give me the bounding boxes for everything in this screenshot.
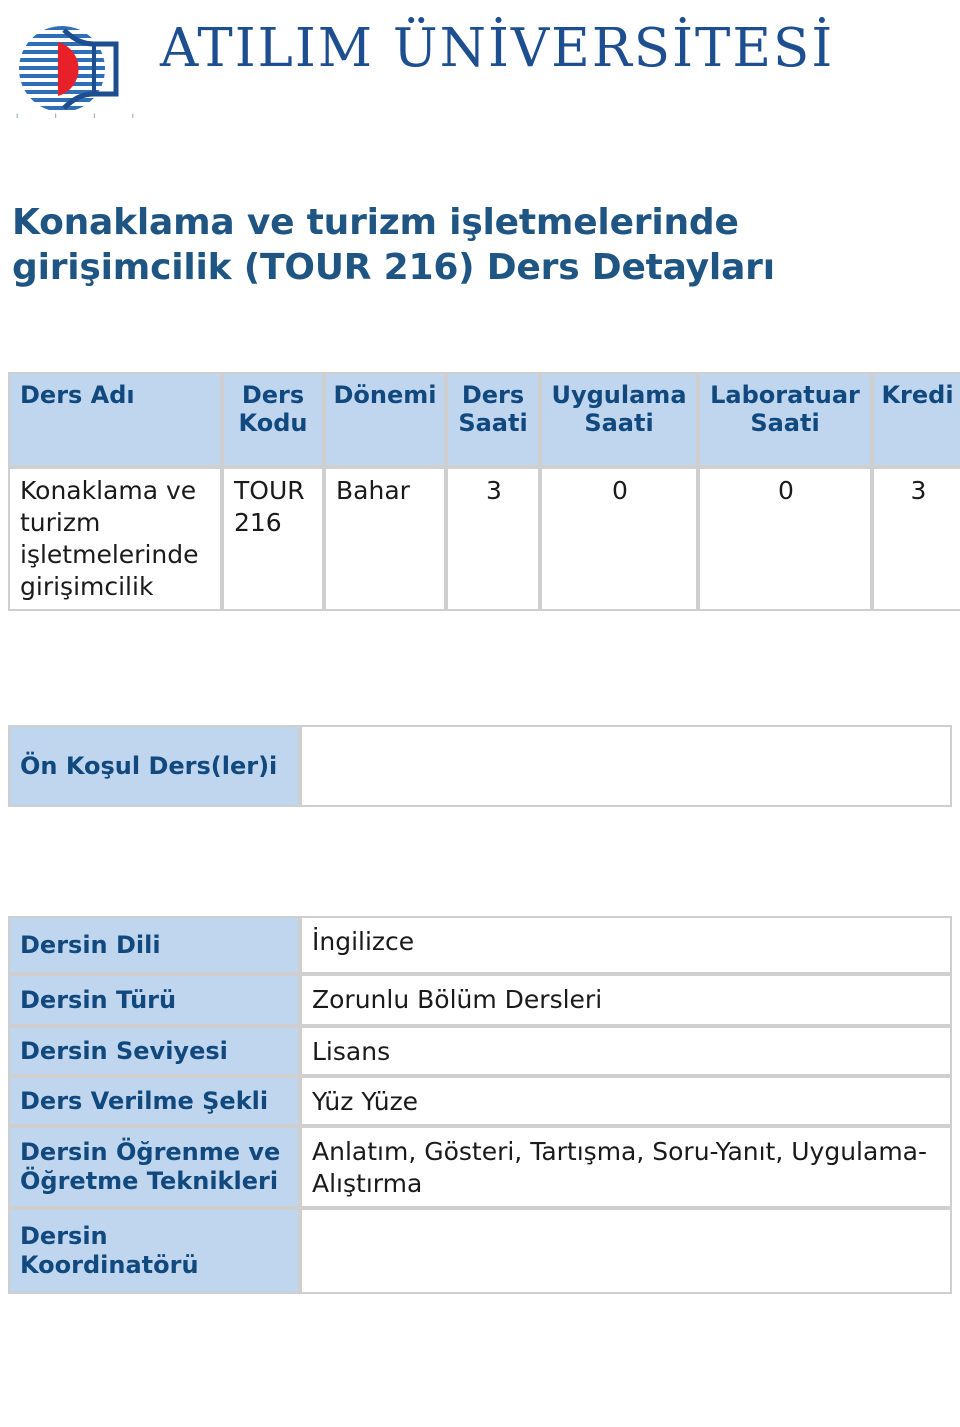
table-row: Dersin Koordinatörü xyxy=(8,1208,952,1294)
logo-sub-mark: ı xyxy=(54,110,57,120)
table-row: Ön Koşul Ders(ler)i xyxy=(8,725,952,807)
column-header-ders-adi: Ders Adı xyxy=(8,372,222,467)
logo-sub-mark: ı xyxy=(93,110,96,120)
cell-ders-adi: Konaklama ve turizm işletmelerinde giriş… xyxy=(8,467,222,611)
page-title: Konaklama ve turizm işletmelerinde giriş… xyxy=(12,202,775,289)
prerequisite-table: Ön Koşul Ders(ler)i xyxy=(8,725,952,807)
table-row: Dersin Öğrenme ve Öğretme Teknikleri Anl… xyxy=(8,1126,952,1208)
logo-sub-mark: ı xyxy=(131,110,134,120)
university-wordmark: ATILIM ÜNİVERSİTESİ xyxy=(160,18,835,79)
table-row: Dersin Türü Zorunlu Bölüm Dersleri xyxy=(8,974,952,1026)
table-header-row: Ders Adı Ders Kodu Dönemi Ders Saati Uyg… xyxy=(8,372,960,467)
label-dersin-koordinatoru: Dersin Koordinatörü xyxy=(8,1208,300,1294)
value-dersin-seviyesi: Lisans xyxy=(300,1026,952,1076)
logo-sub-mark: ı xyxy=(16,110,19,120)
value-ogrenme-ogretme-teknikleri: Anlatım, Gösteri, Tartışma, Soru-Yanıt, … xyxy=(300,1126,952,1208)
label-ogrenme-ogretme-teknikleri: Dersin Öğrenme ve Öğretme Teknikleri xyxy=(8,1126,300,1208)
logo-subtext-marks: ı ı ı ı xyxy=(16,108,134,122)
page-header: ı ı ı ı ATILIM ÜNİVERSİTESİ xyxy=(0,0,960,152)
label-dersin-dili: Dersin Dili xyxy=(8,916,300,974)
cell-uygulama-saati: 0 xyxy=(540,467,698,611)
table-row: Dersin Dili İngilizce xyxy=(8,916,952,974)
column-header-laboratuar-saati: Laboratuar Saati xyxy=(698,372,872,467)
cell-kredi: 3 xyxy=(872,467,960,611)
value-on-kosul-dersleri xyxy=(300,725,952,807)
value-dersin-dili: İngilizce xyxy=(300,916,952,974)
cell-laboratuar-saati: 0 xyxy=(698,467,872,611)
label-on-kosul-dersleri: Ön Koşul Ders(ler)i xyxy=(8,725,300,807)
column-header-kredi: Kredi xyxy=(872,372,960,467)
column-header-uygulama-saati: Uygulama Saati xyxy=(540,372,698,467)
label-dersin-turu: Dersin Türü xyxy=(8,974,300,1026)
column-header-ders-kodu: Ders Kodu xyxy=(222,372,324,467)
column-header-ders-saati: Ders Saati xyxy=(446,372,540,467)
cell-donemi: Bahar xyxy=(324,467,446,611)
value-dersin-koordinatoru xyxy=(300,1208,952,1294)
cell-ders-kodu: TOUR 216 xyxy=(222,467,324,611)
table-row: Konaklama ve turizm işletmelerinde giriş… xyxy=(8,467,960,611)
value-dersin-turu: Zorunlu Bölüm Dersleri xyxy=(300,974,952,1026)
cell-ders-saati: 3 xyxy=(446,467,540,611)
table-row: Ders Verilme Şekli Yüz Yüze xyxy=(8,1076,952,1126)
course-info-table: Dersin Dili İngilizce Dersin Türü Zorunl… xyxy=(8,916,952,1294)
course-summary-table: Ders Adı Ders Kodu Dönemi Ders Saati Uyg… xyxy=(8,372,960,611)
column-header-donemi: Dönemi xyxy=(324,372,446,467)
table-row: Dersin Seviyesi Lisans xyxy=(8,1026,952,1076)
label-dersin-seviyesi: Dersin Seviyesi xyxy=(8,1026,300,1076)
value-ders-verilme-sekli: Yüz Yüze xyxy=(300,1076,952,1126)
label-ders-verilme-sekli: Ders Verilme Şekli xyxy=(8,1076,300,1126)
